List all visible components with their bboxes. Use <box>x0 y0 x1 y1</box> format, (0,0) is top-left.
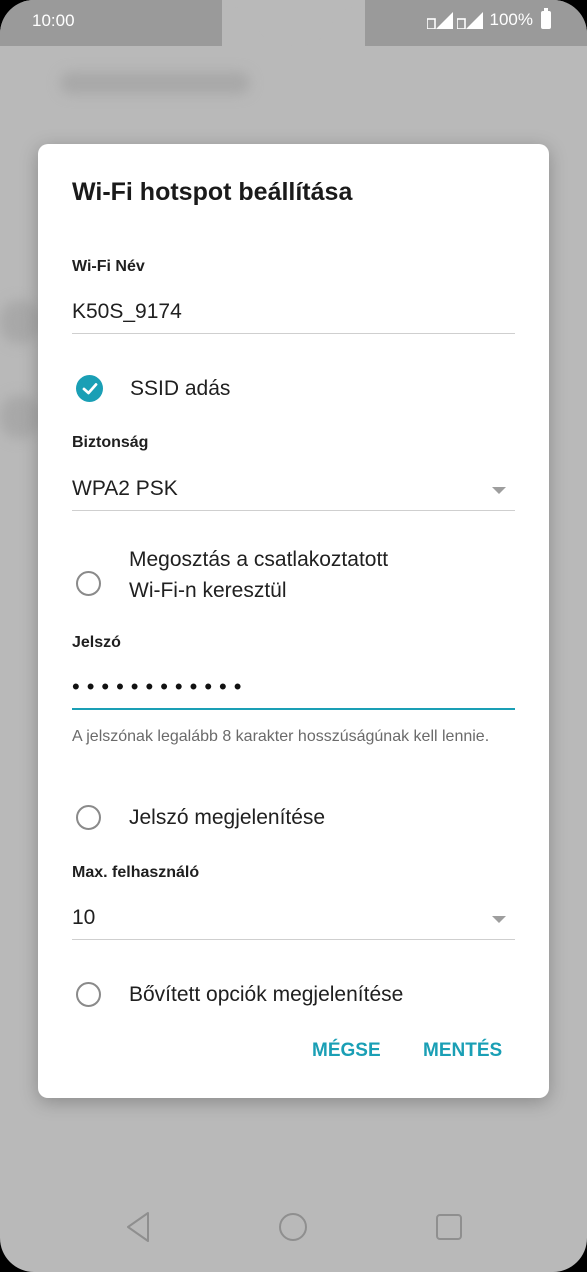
advanced-options-label: Bővített opciók megjelenítése <box>129 983 404 1006</box>
background-blur <box>0 395 40 439</box>
status-time: 10:00 <box>32 11 75 30</box>
share-option-line2: Wi-Fi-n keresztül <box>129 579 287 602</box>
background-blur <box>0 300 40 344</box>
max-users-label: Max. felhasználó <box>72 864 200 881</box>
camera-notch <box>222 0 365 46</box>
home-icon[interactable] <box>278 1210 308 1244</box>
wifi-name-input[interactable]: K50S_9174 <box>72 300 182 324</box>
password-helper-text: A jelszónak legalább 8 karakter hosszúsá… <box>72 728 490 745</box>
cancel-button[interactable]: MÉGSE <box>312 1040 381 1062</box>
password-input[interactable]: •••••••••••• <box>72 674 248 700</box>
ssid-broadcast-label: SSID adás <box>130 377 231 400</box>
security-label: Biztonság <box>72 434 149 451</box>
unchecked-circle-icon <box>76 982 101 1007</box>
max-users-select[interactable]: 10 <box>72 906 95 930</box>
wifi-name-label: Wi-Fi Név <box>72 258 145 275</box>
show-password-label: Jelszó megjelenítése <box>129 806 326 829</box>
checkmark-icon <box>76 375 103 402</box>
status-icons: 100% <box>426 8 551 30</box>
password-label: Jelszó <box>72 634 121 651</box>
battery-icon <box>541 8 551 29</box>
share-option-label: Megosztás a csatlakoztatott Wi-Fi-n kere… <box>129 544 388 606</box>
hotspot-settings-dialog: Wi-Fi hotspot beállítása Wi-Fi Név K50S_… <box>38 144 549 1098</box>
back-icon[interactable] <box>124 1210 152 1244</box>
dropdown-arrow-icon[interactable] <box>492 487 506 494</box>
ssid-broadcast-checkbox[interactable]: SSID adás <box>76 373 230 404</box>
recents-icon[interactable] <box>434 1210 464 1244</box>
wifi-name-underline <box>72 333 515 334</box>
background-blur <box>60 72 250 94</box>
battery-percent: 100% <box>489 10 533 29</box>
unchecked-circle-icon <box>76 805 101 830</box>
password-underline <box>72 708 515 710</box>
share-connected-wifi-checkbox[interactable]: Megosztás a csatlakoztatott Wi-Fi-n kere… <box>76 544 388 606</box>
advanced-options-checkbox[interactable]: Bővített opciók megjelenítése <box>76 979 403 1010</box>
security-select[interactable]: WPA2 PSK <box>72 477 178 501</box>
navigation-bar <box>0 1190 587 1272</box>
security-underline <box>72 510 515 511</box>
signal-2-icon <box>456 12 483 29</box>
dialog-title: Wi-Fi hotspot beállítása <box>72 178 353 206</box>
max-users-underline <box>72 939 515 940</box>
share-option-line1: Megosztás a csatlakoztatott <box>129 548 389 571</box>
phone-screen: 10:00 100% Wi-Fi hotspot beállítása Wi-F… <box>0 0 587 1272</box>
unchecked-circle-icon <box>76 570 101 596</box>
dropdown-arrow-icon[interactable] <box>492 916 506 923</box>
save-button[interactable]: MENTÉS <box>423 1040 502 1062</box>
status-bar: 10:00 100% <box>0 0 587 46</box>
signal-1-icon <box>426 12 453 29</box>
show-password-checkbox[interactable]: Jelszó megjelenítése <box>76 802 325 833</box>
